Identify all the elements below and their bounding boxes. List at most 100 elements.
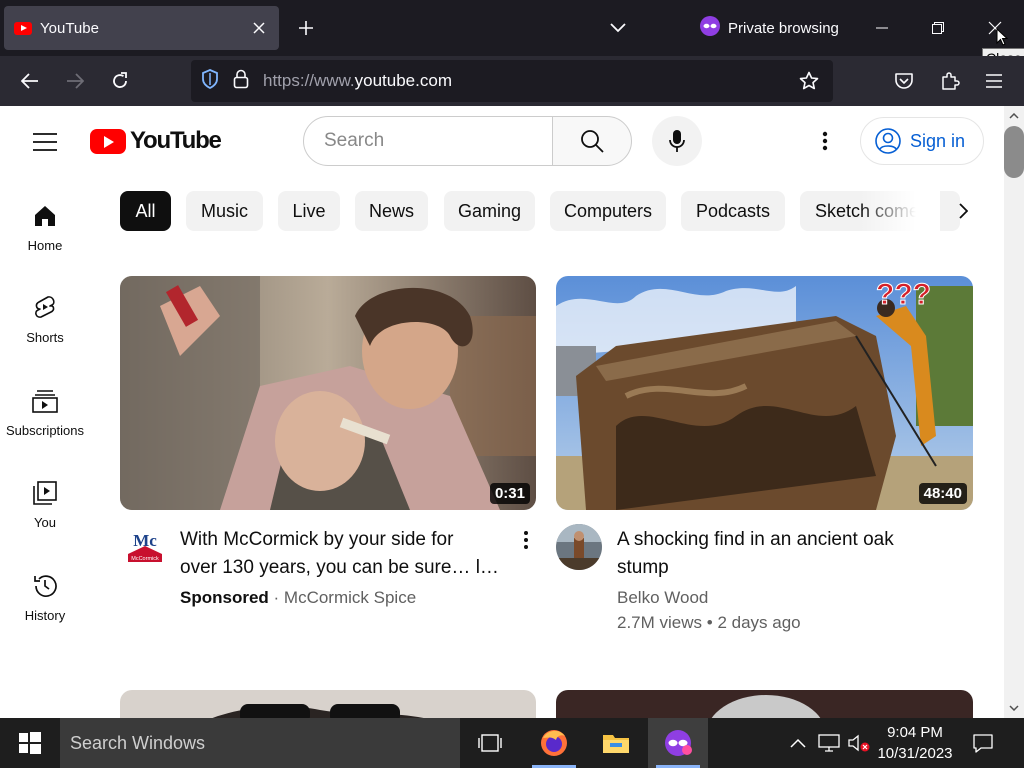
sign-in-label: Sign in — [910, 130, 966, 151]
chips-fade-overlay — [860, 191, 940, 231]
sidebar-item-home[interactable]: Home — [0, 186, 90, 266]
chips-next-chevron-icon[interactable] — [950, 198, 976, 224]
tab-close-icon[interactable] — [249, 18, 269, 38]
guide-menu-icon[interactable] — [26, 128, 64, 156]
sidebar-item-shorts[interactable]: Shorts — [0, 278, 90, 358]
chip-music[interactable]: Music — [186, 191, 263, 231]
bookmark-star-icon[interactable] — [795, 67, 823, 95]
search-button[interactable] — [552, 116, 632, 166]
youtube-page: YouTube Search Sign in Home Shorts Subsc… — [0, 106, 1004, 718]
search-input[interactable]: Search — [303, 116, 553, 166]
network-icon[interactable] — [816, 718, 842, 768]
tab-title: YouTube — [40, 19, 99, 37]
scroll-up-arrow-icon[interactable] — [1008, 110, 1020, 122]
pocket-icon[interactable] — [888, 65, 920, 97]
app-menu-hamburger-icon[interactable] — [978, 65, 1010, 97]
account-circle-icon — [875, 128, 901, 154]
private-mask-icon — [700, 16, 720, 40]
youtube-header: YouTube Search Sign in — [0, 106, 1004, 176]
new-tab-button[interactable] — [292, 14, 320, 42]
shorts-icon — [31, 294, 59, 322]
sign-in-button[interactable]: Sign in — [860, 117, 984, 165]
forward-arrow-icon[interactable] — [59, 65, 91, 97]
start-windows-icon[interactable] — [0, 718, 60, 768]
video-duration-badge: 48:40 — [918, 483, 967, 504]
private-browsing-indicator: Private browsing — [700, 16, 839, 40]
youtube-logo[interactable]: YouTube — [90, 127, 222, 155]
filter-chips-bar: All Music Live News Gaming Computers Pod… — [120, 191, 980, 231]
url-text[interactable]: https://www.youtube.com — [263, 71, 795, 91]
meta-separator: · — [268, 588, 284, 607]
youtube-logo-text: YouTube — [130, 127, 222, 154]
tracking-protection-shield-icon[interactable] — [201, 68, 219, 94]
thumbnail-question-marks: ??? — [876, 278, 931, 311]
minimize-window-icon[interactable] — [862, 8, 902, 48]
video-title-oak-stump[interactable]: A shocking find in an ancient oak stump — [617, 526, 957, 582]
extensions-puzzle-icon[interactable] — [934, 65, 966, 97]
video-duration-badge: 0:31 — [489, 483, 530, 504]
file-explorer-icon[interactable] — [586, 718, 646, 768]
show-hidden-icons-chevron-icon[interactable] — [786, 718, 810, 768]
sidebar-item-history[interactable]: History — [0, 556, 90, 636]
video-title-line: stump — [617, 557, 669, 578]
search-icon — [581, 130, 604, 153]
chip-live[interactable]: Live — [278, 191, 340, 231]
task-view-icon[interactable] — [460, 718, 520, 768]
chip-podcasts[interactable]: Podcasts — [681, 191, 785, 231]
channel-name[interactable]: McCormick Spice — [284, 588, 416, 607]
url-domain: youtube.com — [354, 71, 452, 90]
mccormick-logo-text: Mc — [133, 531, 157, 550]
volume-muted-icon[interactable] — [846, 718, 872, 768]
restore-window-icon[interactable] — [918, 8, 958, 48]
voice-search-button[interactable] — [652, 116, 702, 166]
chip-all[interactable]: All — [120, 191, 171, 231]
reload-icon[interactable] — [104, 65, 136, 97]
video-title-line: A shocking find in an ancient oak — [617, 529, 894, 550]
sidebar-item-subscriptions[interactable]: Subscriptions — [0, 371, 90, 451]
taskbar-clock[interactable]: 9:04 PM 10/31/2023 — [870, 722, 960, 764]
close-window-icon[interactable] — [975, 8, 1015, 48]
scroll-down-arrow-icon[interactable] — [1008, 702, 1020, 714]
back-arrow-icon[interactable] — [14, 65, 46, 97]
video-meta-mccormick: Sponsored · McCormick Spice — [180, 585, 520, 610]
sidebar-item-label: History — [24, 608, 66, 623]
view-count: 2.7M views — [617, 613, 703, 632]
url-prefix: https://www. — [263, 71, 355, 90]
video-thumbnail-mccormick[interactable]: 0:31 — [120, 276, 536, 510]
sidebar-item-label: Home — [27, 238, 63, 253]
upload-age: 2 days ago — [717, 613, 801, 632]
channel-avatar-mccormick[interactable]: Mc McCormick — [122, 524, 168, 570]
video-thumbnail-next-1[interactable] — [120, 690, 536, 718]
firefox-private-taskbar-icon[interactable] — [648, 718, 708, 768]
lock-icon[interactable] — [233, 69, 249, 94]
you-icon — [31, 479, 59, 507]
video-title-mccormick[interactable]: With McCormick by your side for over 130… — [180, 526, 510, 582]
address-bar[interactable]: https://www.youtube.com — [191, 60, 833, 102]
chip-news[interactable]: News — [355, 191, 428, 231]
channel-avatar-belko-wood[interactable] — [556, 524, 602, 570]
tab-youtube[interactable]: YouTube — [4, 6, 279, 50]
action-center-notification-icon[interactable] — [968, 718, 998, 768]
chip-gaming[interactable]: Gaming — [444, 191, 535, 231]
list-all-tabs-chevron-icon[interactable] — [604, 14, 632, 42]
browser-tab-strip: YouTube Private browsing — [0, 0, 1024, 56]
sidebar-item-you[interactable]: You — [0, 463, 90, 543]
sidebar-item-label: Shorts — [26, 330, 64, 345]
meta-separator: • — [702, 613, 718, 632]
page-scrollbar[interactable] — [1004, 106, 1024, 718]
clock-date: 10/31/2023 — [877, 745, 953, 762]
firefox-taskbar-icon[interactable] — [524, 718, 584, 768]
windows-search-box[interactable]: Search Windows — [60, 718, 460, 768]
video-thumbnail-oak-stump[interactable]: ??? 48:40 — [556, 276, 973, 510]
video-action-menu-icon[interactable] — [514, 528, 538, 552]
video-stats: 2.7M views • 2 days ago — [617, 610, 957, 635]
chip-computers[interactable]: Computers — [550, 191, 666, 231]
channel-name[interactable]: Belko Wood — [617, 585, 957, 610]
video-thumbnail-next-2[interactable] — [556, 690, 973, 718]
scrollbar-thumb[interactable] — [1004, 126, 1024, 178]
windows-taskbar: Search Windows 9:04 PM 10/31/2023 — [0, 718, 1024, 768]
private-browsing-label: Private browsing — [728, 19, 839, 37]
mccormick-logo-subtext: McCormick — [131, 556, 159, 562]
microphone-icon — [669, 130, 685, 152]
settings-more-vertical-icon[interactable] — [810, 126, 840, 156]
